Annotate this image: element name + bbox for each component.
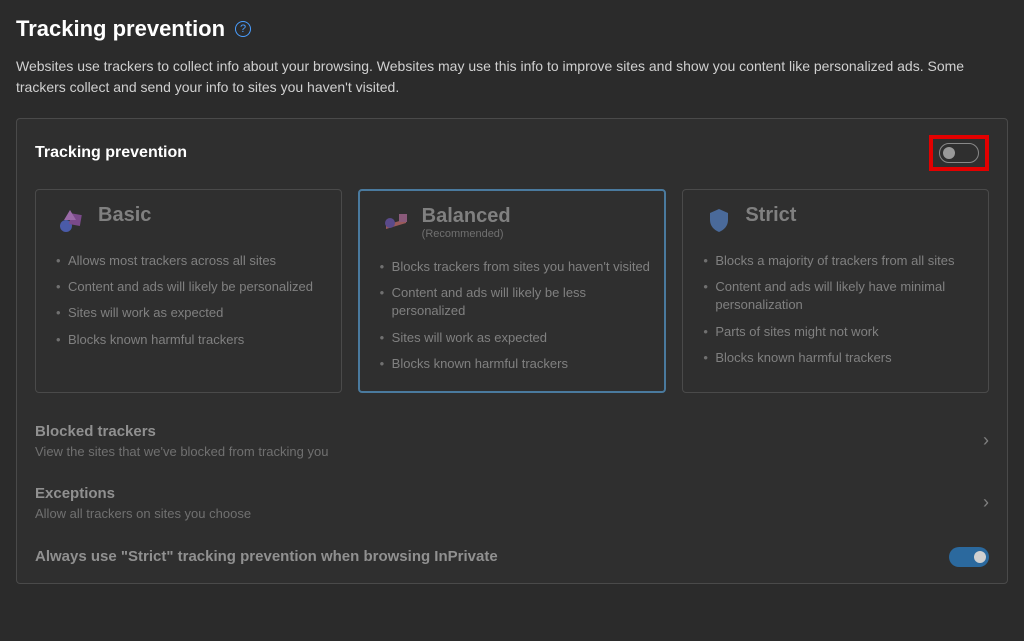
balanced-subtitle: (Recommended) — [422, 228, 511, 240]
feature-item: Sites will work as expected — [50, 300, 327, 326]
page-title: Tracking prevention — [16, 16, 225, 42]
feature-item: Sites will work as expected — [374, 325, 651, 351]
blocked-trackers-row[interactable]: Blocked trackers View the sites that we'… — [35, 415, 989, 467]
feature-item: Blocks trackers from sites you haven't v… — [374, 254, 651, 280]
strict-features: Blocks a majority of trackers from all s… — [691, 248, 974, 371]
feature-item: Blocks known harmful trackers — [50, 327, 327, 353]
toggle-knob — [943, 147, 955, 159]
help-icon[interactable]: ? — [235, 21, 251, 37]
tracking-prevention-label: Tracking prevention — [35, 144, 187, 162]
chevron-right-icon: › — [983, 430, 989, 451]
feature-item: Blocks known harmful trackers — [697, 345, 974, 371]
inprivate-strict-row: Always use "Strict" tracking prevention … — [35, 539, 989, 567]
exceptions-desc: Allow all trackers on sites you choose — [35, 506, 251, 521]
shield-icon — [705, 206, 733, 234]
feature-item: Content and ads will likely have minimal… — [697, 274, 974, 318]
chevron-right-icon: › — [983, 492, 989, 513]
tracking-description: Websites use trackers to collect info ab… — [16, 56, 976, 98]
basic-title: Basic — [98, 204, 151, 227]
level-card-strict[interactable]: Strict Blocks a majority of trackers fro… — [682, 189, 989, 393]
feature-item: Allows most trackers across all sites — [50, 248, 327, 274]
level-card-balanced[interactable]: Balanced (Recommended) Blocks trackers f… — [358, 189, 667, 393]
shapes-icon — [58, 206, 86, 234]
tracking-prevention-toggle[interactable] — [939, 143, 979, 163]
inprivate-strict-label: Always use "Strict" tracking prevention … — [35, 548, 498, 565]
page-header: Tracking prevention ? — [16, 16, 1008, 42]
feature-item: Content and ads will likely be less pers… — [374, 280, 651, 324]
feature-item: Parts of sites might not work — [697, 319, 974, 345]
basic-features: Allows most trackers across all sites Co… — [44, 248, 327, 353]
level-card-basic[interactable]: Basic Allows most trackers across all si… — [35, 189, 342, 393]
card-header: Strict — [691, 204, 974, 234]
exceptions-title: Exceptions — [35, 485, 251, 502]
section-info: Blocked trackers View the sites that we'… — [35, 423, 328, 459]
tracking-settings-panel: Tracking prevention Basic Allows most tr… — [16, 118, 1008, 584]
balance-icon — [382, 207, 410, 235]
card-header: Basic — [44, 204, 327, 234]
inprivate-strict-toggle[interactable] — [949, 547, 989, 567]
blocked-trackers-desc: View the sites that we've blocked from t… — [35, 444, 328, 459]
blocked-trackers-title: Blocked trackers — [35, 423, 328, 440]
exceptions-row[interactable]: Exceptions Allow all trackers on sites y… — [35, 477, 989, 529]
balanced-features: Blocks trackers from sites you haven't v… — [368, 254, 651, 377]
section-info: Exceptions Allow all trackers on sites y… — [35, 485, 251, 521]
feature-item: Blocks a majority of trackers from all s… — [697, 248, 974, 274]
toggle-highlight-box — [929, 135, 989, 171]
feature-item: Blocks known harmful trackers — [374, 351, 651, 377]
strict-title: Strict — [745, 204, 796, 227]
card-header: Balanced (Recommended) — [368, 205, 651, 240]
feature-item: Content and ads will likely be personali… — [50, 274, 327, 300]
level-cards-container: Basic Allows most trackers across all si… — [35, 189, 989, 393]
panel-header: Tracking prevention — [35, 135, 989, 171]
toggle-knob — [974, 551, 986, 563]
balanced-title: Balanced — [422, 205, 511, 228]
